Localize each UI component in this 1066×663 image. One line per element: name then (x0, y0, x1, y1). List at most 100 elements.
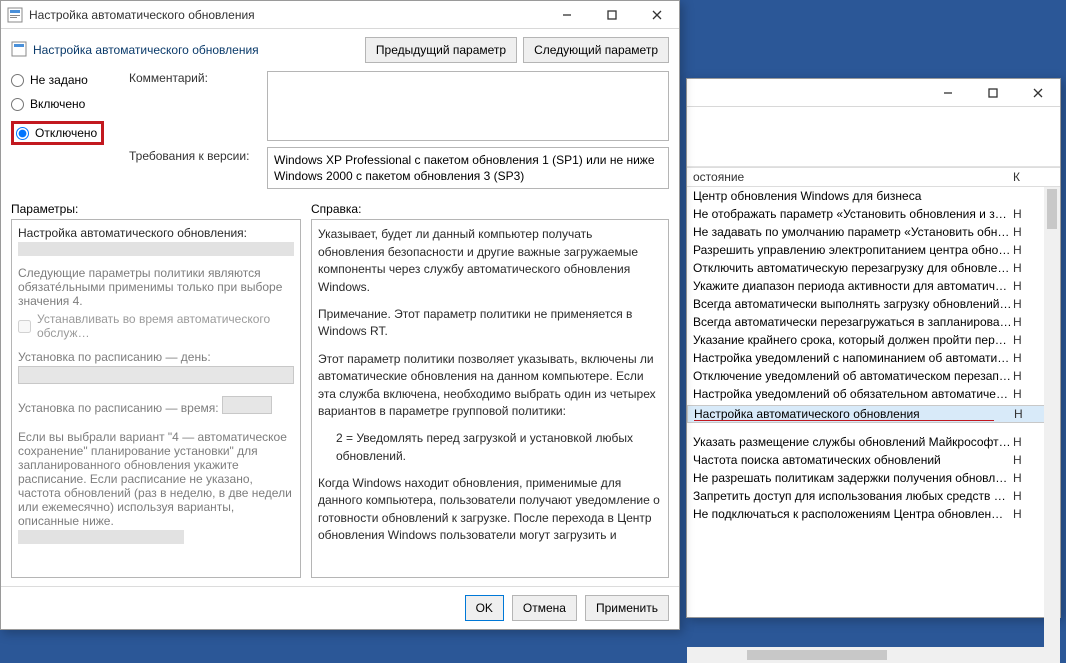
maximize-button[interactable] (589, 1, 634, 29)
policy-name: Не разрешать политикам задержки получени… (693, 471, 1013, 485)
policy-name: Настройка уведомлений об обязательном ав… (693, 387, 1013, 401)
help-panel[interactable]: Указывает, будет ли данный компьютер пол… (311, 219, 669, 578)
help-paragraph: Указывает, будет ли данный компьютер пол… (318, 226, 662, 296)
requirements-text: Windows XP Professional с пакетом обновл… (267, 147, 669, 189)
policy-name: Укажите диапазон периода активности для … (693, 279, 1013, 293)
policy-name: Разрешить управлению электропитанием цен… (693, 243, 1013, 257)
policy-name: Настройка автоматического обновления (694, 407, 1014, 421)
col-header-k[interactable]: К (1013, 170, 1020, 184)
prev-setting-button[interactable]: Предыдущий параметр (365, 37, 517, 63)
horizontal-scrollbar[interactable] (687, 647, 1060, 663)
policy-list-row[interactable]: Настройка уведомлений об обязательном ав… (687, 385, 1060, 403)
policy-state: Н (1013, 351, 1031, 365)
policy-state: Н (1013, 243, 1031, 257)
next-setting-button[interactable]: Следующий параметр (523, 37, 669, 63)
policy-state: Н (1013, 435, 1031, 449)
policy-state: Н (1013, 333, 1031, 347)
help-label: Справка: (311, 199, 669, 219)
policy-state: Н (1013, 297, 1031, 311)
policy-state: Н (1013, 369, 1031, 383)
comment-textarea[interactable] (267, 71, 669, 141)
policy-list-row[interactable]: Настройка уведомлений с напоминанием об … (687, 349, 1060, 367)
minimize-button[interactable] (544, 1, 589, 29)
policy-list-row[interactable]: Отключение уведомлений об автоматическом… (687, 367, 1060, 385)
radio-not-configured[interactable]: Не задано (11, 73, 121, 87)
policy-name: Всегда автоматически выполнять загрузку … (693, 297, 1013, 311)
params-day-select[interactable] (18, 366, 294, 384)
policy-dialog: Настройка автоматического обновления Нас… (0, 0, 680, 630)
comment-label: Комментарий: (129, 71, 259, 85)
policy-state: Н (1013, 279, 1031, 293)
policy-state: Н (1013, 261, 1031, 275)
params-time-label: Установка по расписанию — время: (18, 402, 219, 416)
policy-name: Не задавать по умолчанию параметр «Устан… (693, 225, 1013, 239)
policy-list-row[interactable]: Указать размещение службы обновлений Май… (687, 433, 1060, 451)
list-toolbar-area (687, 107, 1060, 167)
policy-list-row[interactable]: Не отображать параметр «Установить обнов… (687, 205, 1060, 223)
radio-disabled[interactable]: Отключено (16, 126, 97, 140)
policy-list-row[interactable]: Укажите диапазон периода активности для … (687, 277, 1060, 295)
policy-name: Не отображать параметр «Установить обнов… (693, 207, 1013, 221)
policy-list-row[interactable]: Всегда автоматически выполнять загрузку … (687, 295, 1060, 313)
policy-name: Указать размещение службы обновлений Май… (693, 435, 1013, 449)
parameters-panel: Настройка автоматического обновления: Сл… (11, 219, 301, 578)
policy-list-row[interactable]: Частота поиска автоматических обновлений… (687, 451, 1060, 469)
minimize-button[interactable] (925, 79, 970, 107)
close-button[interactable] (634, 1, 679, 29)
help-paragraph: 2 = Уведомлять перед загрузкой и установ… (318, 430, 662, 465)
dialog-subtitle: Настройка автоматического обновления (33, 43, 259, 57)
policy-state: Н (1013, 453, 1031, 467)
policy-list-row[interactable]: Указание крайнего срока, который должен … (687, 331, 1060, 349)
cancel-button[interactable]: Отмена (512, 595, 577, 621)
policy-list-row[interactable]: Не задавать по умолчанию параметр «Устан… (687, 223, 1060, 241)
policy-list-row[interactable]: Разрешить управлению электропитанием цен… (687, 241, 1060, 259)
policy-state: Н (1013, 387, 1031, 401)
policy-state: Н (1013, 315, 1031, 329)
policy-state: Н (1013, 207, 1031, 221)
params-dropdown-2[interactable] (18, 530, 184, 544)
policy-list-window: остояние К Центр обновления Windows для … (686, 78, 1061, 618)
policy-name: Отключить автоматическую перезагрузку дл… (693, 261, 1013, 275)
help-paragraph: Когда Windows находит обновления, примен… (318, 475, 662, 545)
state-radios: Не задано Включено Отключено (11, 71, 121, 145)
policy-state: Н (1013, 225, 1031, 239)
ok-button[interactable]: OK (465, 595, 504, 621)
requirements-label: Требования к версии: (129, 149, 259, 163)
dialog-titlebar[interactable]: Настройка автоматического обновления (1, 1, 679, 29)
radio-enabled[interactable]: Включено (11, 97, 121, 111)
params-time-select[interactable] (222, 396, 272, 414)
policy-list-row[interactable]: Центр обновления Windows для бизнеса (687, 187, 1060, 205)
policy-state: Н (1013, 489, 1031, 503)
policy-name: Всегда автоматически перезагружаться в з… (693, 315, 1013, 329)
policy-list-row[interactable]: Настройка автоматического обновленияН (687, 405, 1060, 423)
radio-disabled-highlight: Отключено (11, 121, 104, 145)
policy-list-row[interactable]: Не подключаться к расположениям Центра о… (687, 505, 1060, 523)
policy-list-row[interactable]: Всегда автоматически перезагружаться в з… (687, 313, 1060, 331)
list-titlebar[interactable] (687, 79, 1060, 107)
policy-list[interactable]: Центр обновления Windows для бизнеса Не о… (687, 187, 1060, 647)
policy-state: Н (1013, 507, 1031, 521)
policy-list-row[interactable]: Не разрешать политикам задержки получени… (687, 469, 1060, 487)
maximize-button[interactable] (970, 79, 1015, 107)
policy-list-row[interactable]: Запретить доступ для использования любых… (687, 487, 1060, 505)
policy-list-row[interactable]: Отключить автоматическую перезагрузку дл… (687, 259, 1060, 277)
help-paragraph: Этот параметр политики позволяет указыва… (318, 351, 662, 421)
apply-button[interactable]: Применить (585, 595, 669, 621)
policy-name: Запретить доступ для использования любых… (693, 489, 1013, 503)
vertical-scrollbar[interactable] (1044, 187, 1060, 647)
policy-name: Не подключаться к расположениям Центра о… (693, 507, 1013, 521)
params-dropdown-1[interactable] (18, 242, 294, 256)
params-note: Следующие параметры политики являются об… (18, 266, 294, 308)
policy-name: Центр обновления Windows для бизнеса (693, 189, 1013, 203)
close-button[interactable] (1015, 79, 1060, 107)
policy-name: Настройка уведомлений с напоминанием об … (693, 351, 1013, 365)
params-day-label: Установка по расписанию — день: (18, 350, 294, 364)
list-columns-header[interactable]: остояние К (687, 167, 1060, 187)
policy-name: Указание крайнего срока, который должен … (693, 333, 1013, 347)
params-heading: Настройка автоматического обновления: (18, 226, 294, 240)
parameters-label: Параметры: (11, 199, 301, 219)
col-header-state[interactable]: остояние (693, 170, 1013, 184)
subtitle-icon (11, 41, 27, 60)
params-checkbox[interactable]: Устанавливать во время автоматического о… (18, 312, 294, 340)
policy-state: Н (1013, 471, 1031, 485)
